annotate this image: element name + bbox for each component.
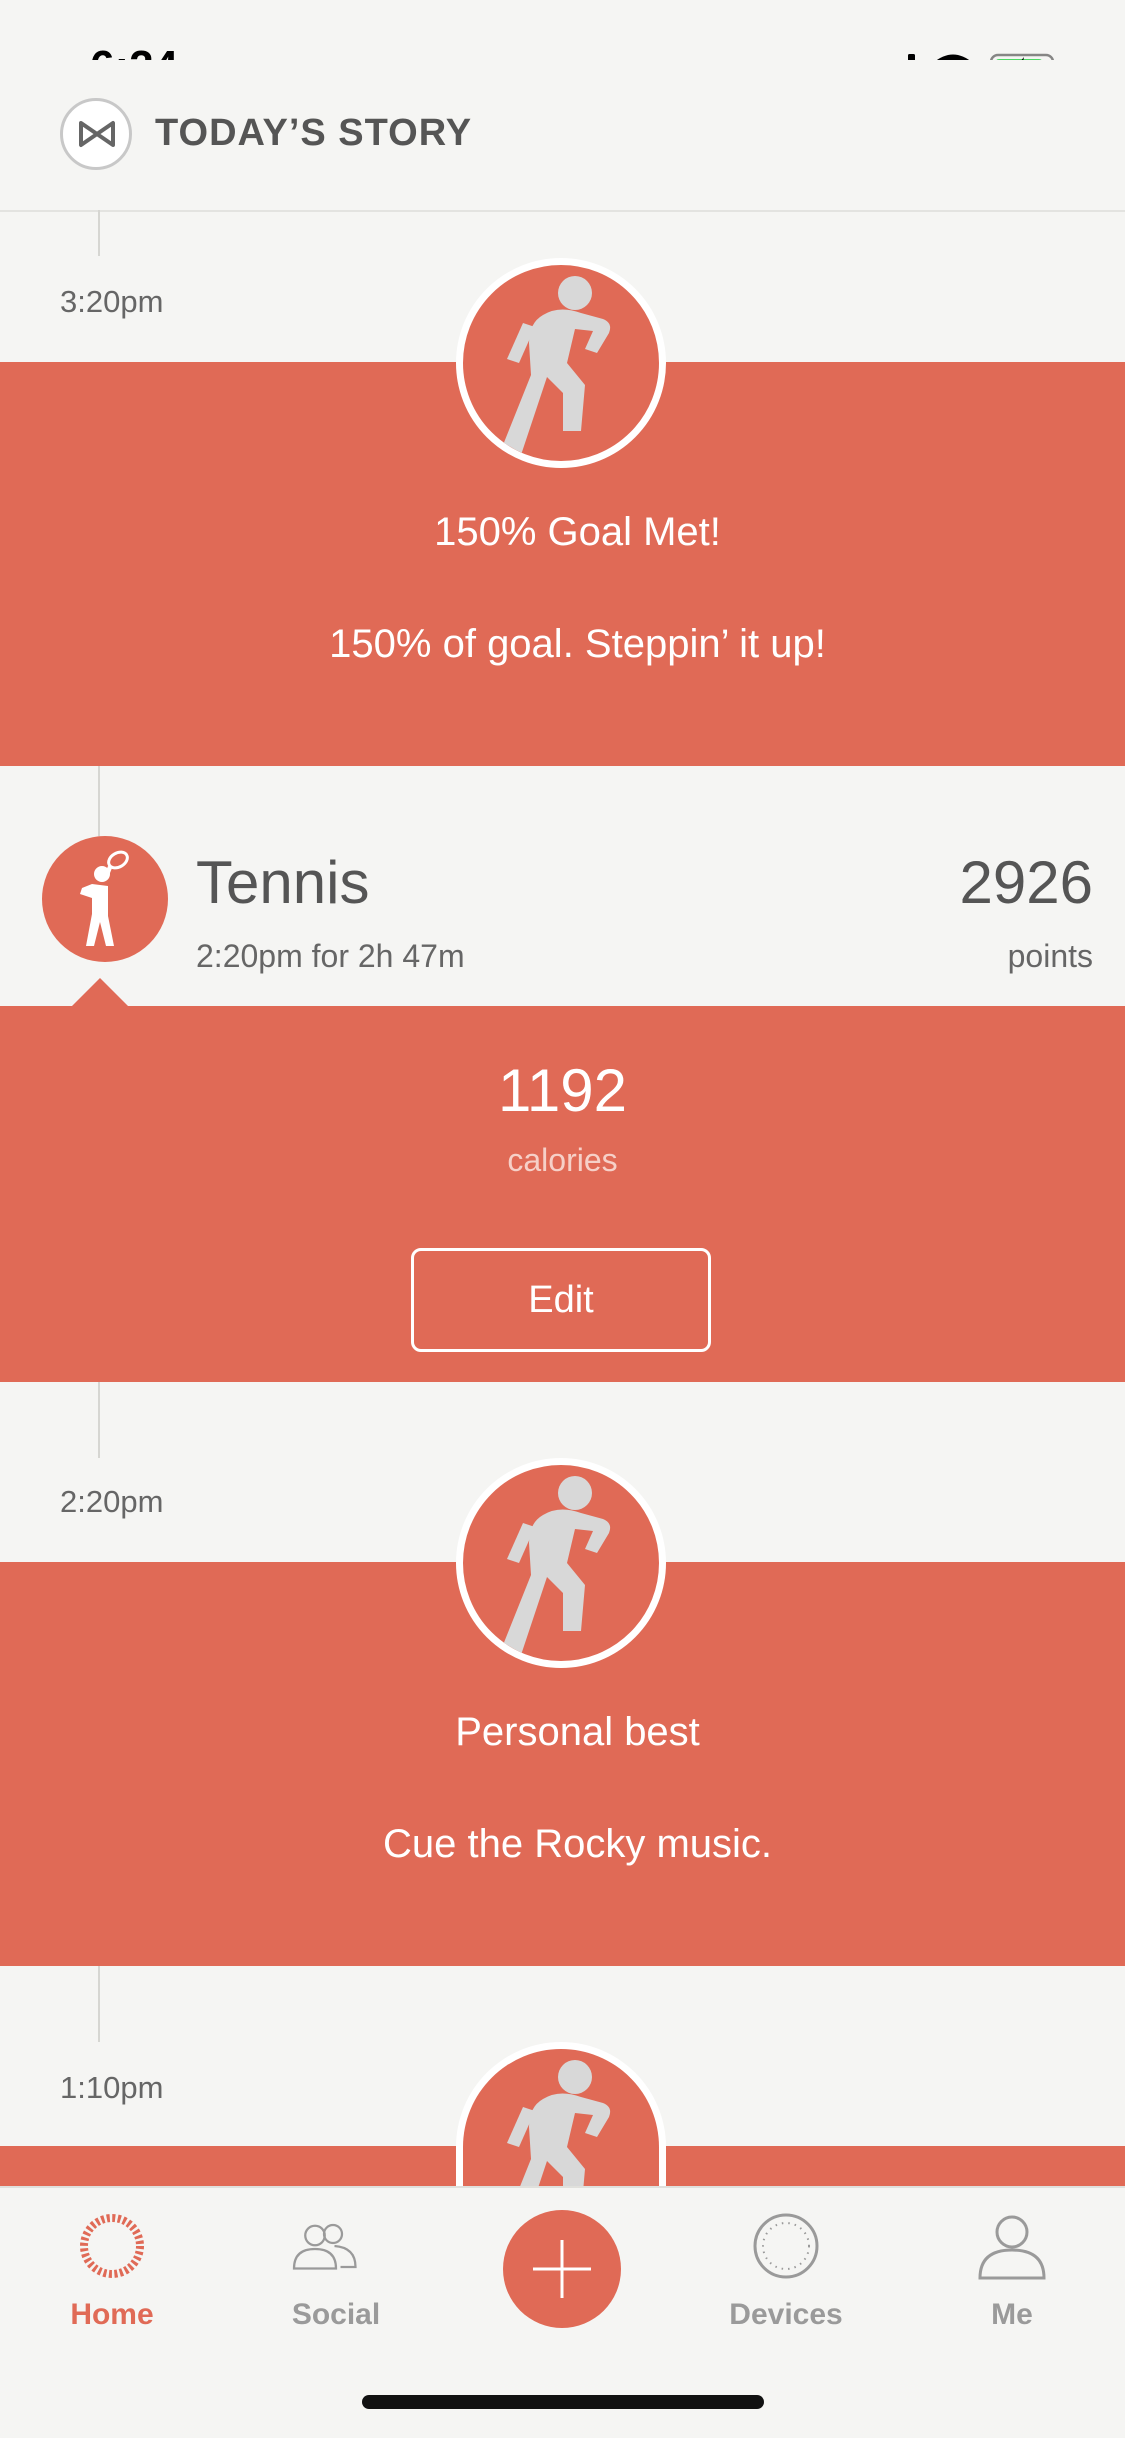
activity-detail-card: 1192 calories Edit xyxy=(0,978,1125,1382)
timeline-line xyxy=(98,1966,100,2042)
activity-points-label: points xyxy=(1007,938,1093,974)
tab-devices[interactable]: Devices xyxy=(686,2188,886,2358)
activity-name: Tennis xyxy=(196,849,370,916)
plus-icon xyxy=(533,2240,591,2298)
app-logo-icon[interactable] xyxy=(60,98,132,170)
person-icon xyxy=(978,2215,1046,2280)
calories-value: 1192 xyxy=(497,1057,628,1124)
tennis-player-icon xyxy=(42,836,168,962)
calories-label: calories xyxy=(507,1142,618,1178)
add-button[interactable] xyxy=(503,2210,621,2328)
goal-description: Cue the Rocky music. xyxy=(382,1822,773,1866)
runner-badge-icon xyxy=(456,1458,666,1668)
goal-description: 150% of goal. Steppin’ it up! xyxy=(329,622,826,666)
goal-title: Personal best xyxy=(455,1710,700,1754)
timeline-line xyxy=(98,1382,100,1458)
activity-points-value: 2926 xyxy=(959,849,1093,916)
tab-home-label: Home xyxy=(70,2298,154,2331)
runner-badge-icon xyxy=(456,258,666,468)
tab-home[interactable]: Home xyxy=(12,2188,212,2358)
home-ring-icon xyxy=(80,2214,144,2278)
tab-me[interactable]: Me xyxy=(912,2188,1112,2358)
tab-devices-label: Devices xyxy=(729,2298,843,2331)
tab-social-label: Social xyxy=(291,2298,381,2331)
page-title: TODAY’S STORY xyxy=(155,112,473,154)
event-time: 3:20pm xyxy=(60,284,164,319)
goal-title: 150% Goal Met! xyxy=(434,510,721,554)
people-icon xyxy=(292,2223,357,2270)
app-header: TODAY’S STORY xyxy=(0,60,1125,212)
event-time: 1:10pm xyxy=(60,2070,164,2105)
device-dial-icon xyxy=(753,2213,819,2279)
tab-me-label: Me xyxy=(991,2298,1033,2331)
card-pointer xyxy=(72,978,128,1006)
tab-social[interactable]: Social xyxy=(236,2188,436,2358)
runner-badge-icon xyxy=(456,2042,666,2192)
activity-subtitle: 2:20pm for 2h 47m xyxy=(196,938,465,974)
event-time: 2:20pm xyxy=(60,1484,164,1519)
timeline-line xyxy=(98,210,100,256)
home-indicator xyxy=(362,2395,764,2409)
edit-button[interactable]: Edit xyxy=(411,1248,711,1352)
activity-row[interactable]: Tennis 2:20pm for 2h 47m 2926 points xyxy=(0,770,1125,1006)
